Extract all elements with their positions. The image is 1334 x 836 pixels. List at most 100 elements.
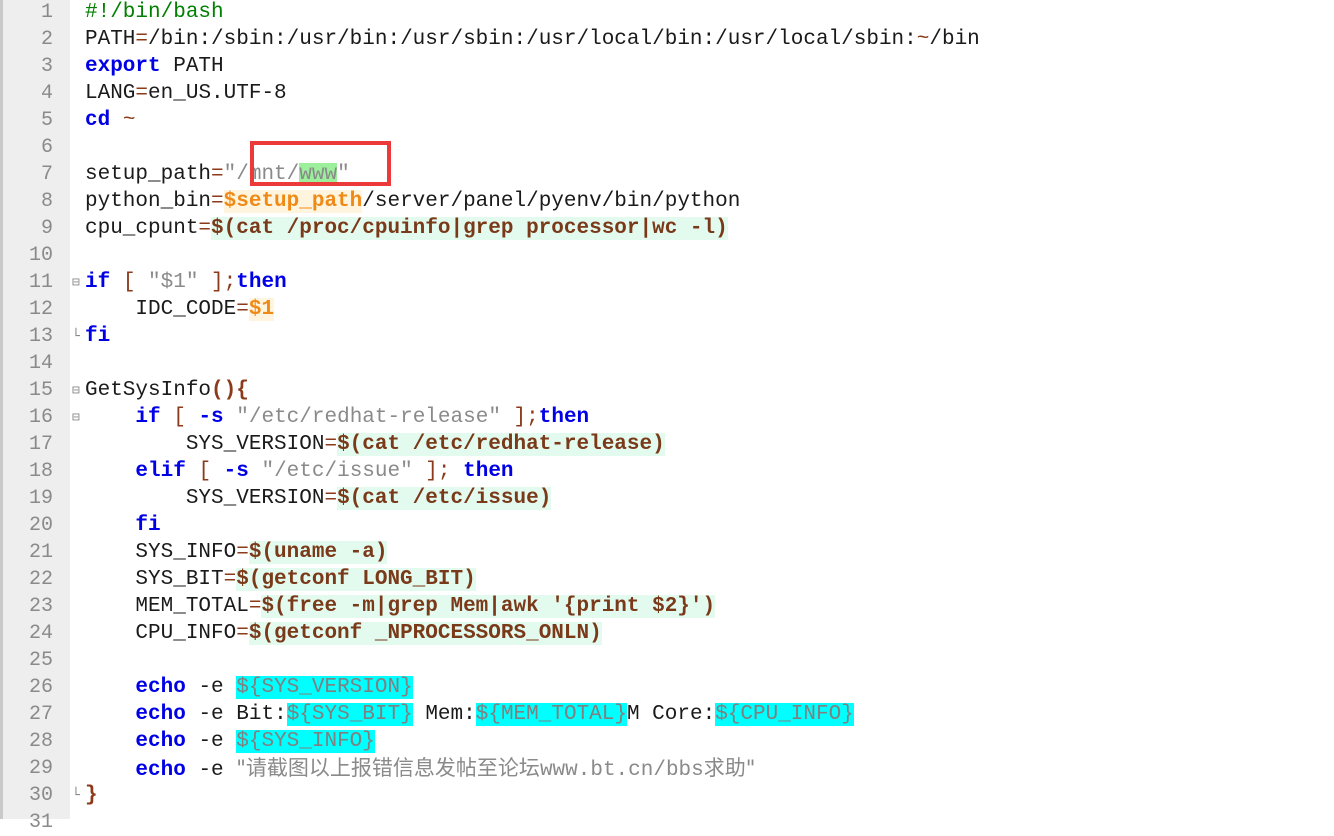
string-literal: www.bt.cn/bbs (539, 759, 704, 782)
keyword: export (85, 55, 161, 78)
line-number: 10 (28, 244, 53, 267)
operator: [ (110, 271, 149, 294)
option-flag: -e (185, 703, 237, 726)
text: M Core: (626, 703, 716, 726)
code-line[interactable]: if [ "$1" ];then (85, 269, 287, 296)
code-line[interactable]: if [ -s "/etc/redhat-release" ];then (85, 404, 589, 431)
identifier: PATH (160, 55, 224, 78)
code-line[interactable]: fi (85, 512, 160, 539)
operator: = (236, 298, 249, 321)
identifier: SYS_VERSION (85, 487, 325, 510)
line-number: 14 (28, 352, 53, 375)
line-number: 20 (28, 514, 53, 537)
identifier: python_bin (85, 190, 212, 213)
code-line[interactable]: IDC_CODE=$1 (85, 296, 275, 323)
line-number: 16 (28, 406, 53, 429)
operator: = (236, 541, 249, 564)
operator: = (135, 28, 149, 51)
fold-toggle-icon[interactable]: ⊟ (72, 377, 80, 404)
line-number: 30 (28, 784, 53, 807)
identifier: PATH (85, 28, 136, 51)
line-number: 7 (40, 163, 53, 186)
code-line[interactable]: } (85, 782, 98, 809)
line-number: 12 (28, 298, 53, 321)
keyword: -s (223, 460, 249, 483)
code-line[interactable]: echo -e ${SYS_INFO} (85, 728, 375, 755)
code-line[interactable]: export PATH (85, 53, 224, 80)
variable-reference: $1 (248, 298, 275, 321)
fold-end-icon: └ (72, 329, 80, 344)
operator: = (223, 568, 237, 591)
keyword: fi (85, 325, 111, 348)
identifier: cpu_cpunt (85, 217, 199, 240)
operator: = (198, 217, 212, 240)
fold-end-icon: └ (72, 788, 80, 803)
option-flag: -e (185, 759, 237, 782)
line-number: 2 (40, 28, 53, 51)
code-line[interactable]: GetSysInfo(){ (85, 377, 249, 404)
line-number: 24 (28, 622, 53, 645)
line-number: 25 (28, 649, 53, 672)
code-line[interactable]: SYS_VERSION=$(cat /etc/issue) (85, 485, 552, 512)
command-substitution: $(free -m|grep Mem|awk '{print $2}') (261, 595, 716, 618)
fold-toggle-icon[interactable]: ⊟ (72, 404, 80, 431)
variable-expansion: ${CPU_INFO} (715, 703, 854, 726)
command-substitution: $(cat /etc/issue) (337, 487, 552, 510)
identifier: SYS_VERSION (85, 433, 325, 456)
annotation-highlight-box (250, 141, 391, 186)
line-number: 26 (28, 676, 53, 699)
code-line[interactable]: CPU_INFO=$(getconf _NPROCESSORS_ONLN) (85, 620, 602, 647)
code-line[interactable]: MEM_TOTAL=$(free -m|grep Mem|awk '{print… (85, 593, 716, 620)
keyword: then (463, 460, 514, 483)
operator: [ (160, 406, 199, 429)
string-literal: "请截图以上报错信息发帖至论坛 (236, 756, 540, 780)
line-number: 13 (28, 325, 53, 348)
identifier: setup_path (85, 163, 212, 186)
command-substitution: $(cat /etc/redhat-release) (337, 433, 665, 456)
text: Mem: (412, 703, 476, 726)
string-literal: 求助" (703, 756, 756, 780)
keyword: echo (135, 703, 186, 726)
code-line[interactable]: LANG=en_US.UTF-8 (85, 80, 287, 107)
code-line[interactable]: echo -e Bit:${SYS_BIT} Mem:${MEM_TOTAL}M… (85, 701, 854, 728)
keyword: echo (135, 730, 186, 753)
code-line[interactable]: cd ~ (85, 107, 135, 134)
value: en_US.UTF-8 (148, 82, 287, 105)
line-number: 4 (40, 82, 53, 105)
keyword: if (85, 271, 111, 294)
operator: = (236, 622, 249, 645)
text: Bit: (236, 703, 287, 726)
operator: ]; (500, 406, 539, 429)
line-number: 5 (40, 109, 53, 132)
string-literal: "/etc/redhat-release" (223, 406, 501, 429)
code-line[interactable]: python_bin=$setup_path/server/panel/pyen… (85, 188, 740, 215)
line-number: 22 (28, 568, 53, 591)
code-line[interactable]: #!/bin/bash (85, 0, 224, 26)
code-line[interactable]: SYS_VERSION=$(cat /etc/redhat-release) (85, 431, 665, 458)
keyword: then (236, 271, 287, 294)
code-line[interactable]: SYS_INFO=$(uname -a) (85, 539, 388, 566)
option-flag: -e (185, 730, 237, 753)
code-line[interactable]: echo -e ${SYS_VERSION} (85, 674, 413, 701)
code-line[interactable]: cpu_cpunt=$(cat /proc/cpuinfo|grep proce… (85, 215, 728, 242)
operator: = (211, 190, 224, 213)
variable-reference: $setup_path (223, 190, 363, 213)
code-line[interactable]: PATH=/bin:/sbin:/usr/bin:/usr/sbin:/usr/… (85, 26, 980, 53)
variable-expansion: ${SYS_VERSION} (236, 676, 413, 699)
shebang-comment: #!/bin/bash (85, 1, 224, 24)
line-number: 21 (28, 541, 53, 564)
code-line[interactable]: elif [ -s "/etc/issue" ]; then (85, 458, 514, 485)
code-line[interactable]: echo -e "请截图以上报错信息发帖至论坛www.bt.cn/bbs求助" (85, 755, 755, 782)
code-line[interactable]: SYS_BIT=$(getconf LONG_BIT) (85, 566, 476, 593)
path-value: /bin (929, 28, 980, 51)
keyword: then (538, 406, 590, 429)
code-line[interactable]: fi (85, 323, 110, 350)
keyword: -s (198, 406, 224, 429)
function-name: GetSysInfo (85, 379, 212, 402)
fold-toggle-icon[interactable]: ⊟ (72, 269, 80, 296)
variable-expansion: ${SYS_BIT} (286, 703, 413, 726)
